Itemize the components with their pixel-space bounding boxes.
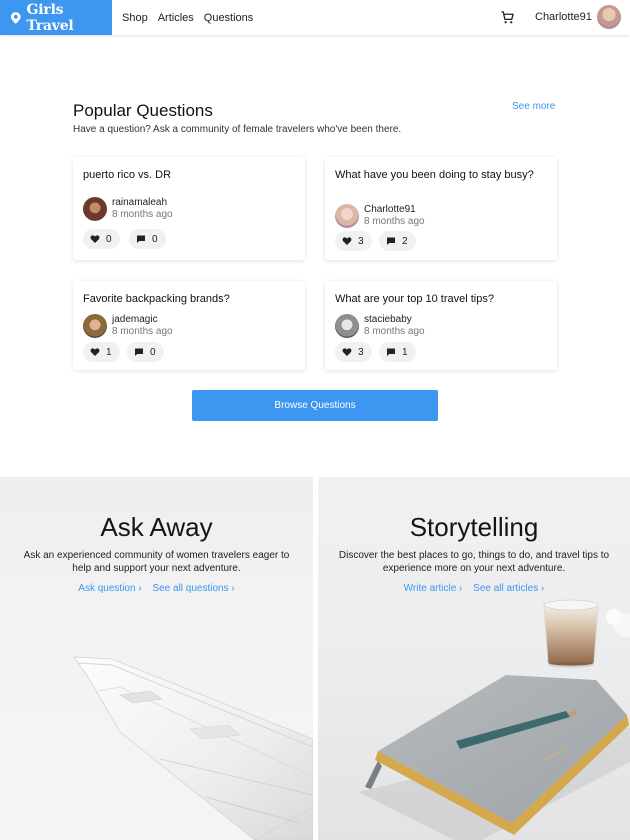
question-title: Favorite backpacking brands? (83, 293, 230, 305)
ask-question-link[interactable]: Ask question › (78, 583, 141, 594)
comment-icon (387, 237, 395, 245)
brand-name: Girls Travel (26, 1, 74, 34)
like-count: 0 (106, 233, 112, 245)
comment-button[interactable]: 2 (379, 231, 416, 251)
question-title: What have you been doing to stay busy? (335, 169, 534, 181)
comment-count: 1 (402, 346, 408, 358)
like-button[interactable]: 3 (335, 342, 372, 362)
nav-questions[interactable]: Questions (204, 12, 254, 24)
avatar[interactable] (335, 314, 359, 338)
comment-icon (135, 348, 143, 356)
heart-icon (342, 348, 352, 356)
like-count: 3 (358, 235, 364, 247)
like-button[interactable]: 3 (335, 231, 372, 251)
write-article-link[interactable]: Write article › (404, 583, 463, 594)
comment-button[interactable]: 1 (379, 342, 416, 362)
nav-articles[interactable]: Articles (158, 12, 194, 24)
ask-away-text: Ask an experienced community of women tr… (23, 550, 290, 574)
section-subtitle: Have a question? Ask a community of fema… (73, 124, 402, 135)
comment-count: 0 (152, 233, 158, 245)
question-card[interactable]: What have you been doing to stay busy? C… (325, 157, 557, 260)
question-card[interactable]: What are your top 10 travel tips? stacie… (325, 281, 557, 370)
brand-logo[interactable]: Girls Travel (0, 0, 112, 35)
avatar[interactable] (83, 314, 107, 338)
user-menu[interactable]: Charlotte91 (535, 5, 621, 29)
question-time: 8 months ago (364, 216, 425, 227)
ask-away-links: Ask question › See all questions › (0, 583, 313, 594)
question-time: 8 months ago (112, 209, 173, 220)
browse-questions-button[interactable]: Browse Questions (192, 390, 438, 421)
question-author[interactable]: rainamaleah (112, 197, 167, 208)
storytelling-text: Discover the best places to go, things t… (338, 550, 610, 574)
question-time: 8 months ago (364, 326, 425, 337)
avatar (596, 5, 621, 29)
question-card[interactable]: Favorite backpacking brands? jademagic 8… (73, 281, 305, 370)
question-title: What are your top 10 travel tips? (335, 293, 494, 305)
comment-button[interactable]: 0 (127, 342, 164, 362)
like-button[interactable]: 1 (83, 342, 120, 362)
see-more-link[interactable]: See more (512, 101, 555, 112)
storytelling-links: Write article › See all articles › (318, 583, 630, 594)
cart-icon[interactable] (500, 10, 515, 25)
pin-icon (10, 11, 21, 24)
like-count: 1 (106, 346, 112, 358)
comment-icon (137, 235, 145, 243)
avatar[interactable] (83, 197, 107, 221)
heart-icon (90, 348, 100, 356)
comment-icon (387, 348, 395, 356)
comment-count: 2 (402, 235, 408, 247)
section-title: Popular Questions (73, 101, 213, 120)
username: Charlotte91 (535, 11, 592, 23)
question-title: puerto rico vs. DR (83, 169, 172, 181)
heart-icon (90, 235, 100, 243)
comment-button[interactable]: 0 (129, 229, 166, 249)
main-nav: Shop Articles Questions (122, 12, 253, 24)
storytelling-panel: Notebook Storytelling Discover the best … (318, 477, 630, 840)
question-author[interactable]: Charlotte91 (364, 204, 416, 215)
question-time: 8 months ago (112, 326, 173, 337)
comment-count: 0 (150, 346, 156, 358)
ask-away-title: Ask Away (100, 512, 213, 542)
heart-icon (342, 237, 352, 245)
see-all-articles-link[interactable]: See all articles › (473, 583, 544, 594)
like-count: 3 (358, 346, 364, 358)
storytelling-title: Storytelling (409, 512, 539, 542)
like-button[interactable]: 0 (83, 229, 120, 249)
question-card[interactable]: puerto rico vs. DR rainamaleah 8 months … (73, 157, 305, 260)
question-author[interactable]: jademagic (112, 314, 158, 325)
nav-shop[interactable]: Shop (122, 12, 148, 24)
top-nav: Girls Travel Shop Articles Questions Cha… (0, 0, 630, 35)
question-author[interactable]: staciebaby (364, 314, 412, 325)
ask-away-panel: Ask Away Ask an experienced community of… (0, 477, 313, 840)
see-all-questions-link[interactable]: See all questions › (152, 583, 234, 594)
avatar[interactable] (335, 204, 359, 228)
